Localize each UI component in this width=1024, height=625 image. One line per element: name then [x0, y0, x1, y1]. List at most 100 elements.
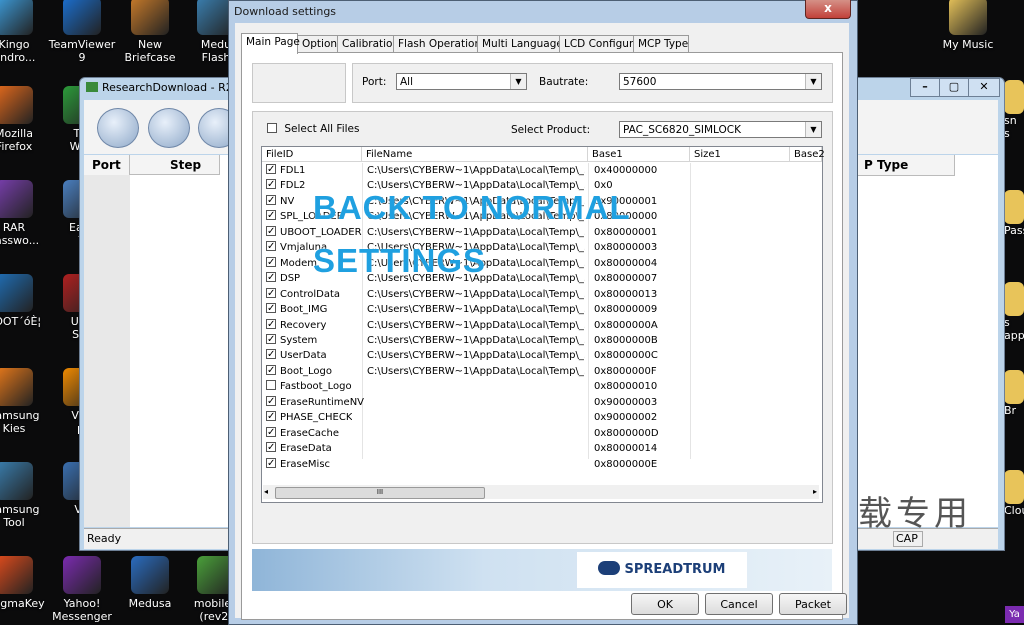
taskbar-yahoo[interactable]: Ya: [1005, 606, 1024, 623]
table-row[interactable]: EraseRuntimeNV 0x90000003: [262, 395, 822, 410]
file-id-cell[interactable]: DSP: [266, 271, 300, 286]
minimize-button[interactable]: –: [910, 78, 940, 97]
file-name[interactable]: C:\Users\CYBERW~1\AppData\Local\Temp\_..…: [367, 302, 585, 317]
row-checkbox[interactable]: [266, 318, 276, 332]
row-checkbox[interactable]: [266, 395, 276, 409]
column-header[interactable]: Base2: [790, 147, 825, 162]
file-name[interactable]: C:\Users\CYBERW~1\AppData\Local\Temp\_..…: [367, 163, 585, 178]
scroll-left-icon[interactable]: ◂: [264, 487, 268, 496]
file-id-cell[interactable]: Modem: [266, 256, 317, 271]
column-header[interactable]: FileName: [362, 147, 588, 162]
file-id-cell[interactable]: EraseMisc: [266, 457, 330, 472]
file-id-cell[interactable]: FDL1: [266, 163, 305, 178]
row-checkbox[interactable]: [266, 426, 276, 440]
table-row[interactable]: Fastboot_Logo 0x80000010: [262, 379, 822, 394]
column-header[interactable]: FileID: [262, 147, 362, 162]
row-checkbox[interactable]: [266, 410, 276, 424]
select-all-files[interactable]: Select All Files: [267, 123, 359, 135]
row-checkbox[interactable]: [266, 457, 276, 471]
table-row[interactable]: UBOOT_LOADER C:\Users\CYBERW~1\AppData\Lo…: [262, 225, 822, 240]
desktop-icon-col3-0[interactable]: New Briefcase: [112, 0, 188, 64]
tab-calibration[interactable]: Calibration: [337, 35, 399, 53]
gear-icon[interactable]: [97, 108, 139, 148]
file-id-cell[interactable]: NV: [266, 194, 294, 209]
file-id-cell[interactable]: PHASE_CHECK: [266, 410, 352, 425]
port-select[interactable]: All ▼: [396, 73, 527, 90]
desktop-icon-col2-6[interactable]: Yahoo! Messenger: [44, 556, 120, 623]
row-checkbox[interactable]: [266, 302, 276, 316]
file-id-cell[interactable]: EraseData: [266, 441, 332, 456]
table-row[interactable]: System C:\Users\CYBERW~1\AppData\Local\Te…: [262, 333, 822, 348]
row-checkbox[interactable]: [266, 178, 276, 192]
row-checkbox[interactable]: [266, 163, 276, 177]
tab-mcp-type[interactable]: MCP Type: [633, 35, 689, 53]
ok-button[interactable]: OK: [631, 593, 699, 615]
tab-main-page[interactable]: Main Page: [241, 33, 300, 54]
desktop-icon-edge-1[interactable]: Pass: [1004, 190, 1024, 237]
cancel-button[interactable]: Cancel: [705, 593, 773, 615]
file-id-cell[interactable]: Boot_IMG: [266, 302, 327, 317]
table-row[interactable]: UserData C:\Users\CYBERW~1\AppData\Local\…: [262, 348, 822, 363]
download-settings-dialog[interactable]: Download settings x Main Page Options Cali…: [228, 0, 858, 625]
row-checkbox[interactable]: [266, 441, 276, 455]
table-row[interactable]: ControlData C:\Users\CYBERW~1\AppData\Loc…: [262, 287, 822, 302]
file-id-cell[interactable]: Recovery: [266, 318, 326, 333]
column-header[interactable]: Size1: [690, 147, 790, 162]
file-id-cell[interactable]: System: [266, 333, 317, 348]
table-row[interactable]: Boot_Logo C:\Users\CYBERW~1\AppData\Local…: [262, 364, 822, 379]
product-select[interactable]: PAC_SC6820_SIMLOCK ▼: [619, 121, 822, 138]
scroll-thumb[interactable]: III: [275, 487, 485, 499]
file-id-cell[interactable]: Boot_Logo: [266, 364, 332, 379]
table-row[interactable]: Recovery C:\Users\CYBERW~1\AppData\Local\…: [262, 318, 822, 333]
column-header[interactable]: Base1: [588, 147, 690, 162]
row-checkbox[interactable]: [266, 287, 276, 301]
file-name[interactable]: C:\Users\CYBERW~1\AppData\Local\Temp\_..…: [367, 333, 585, 348]
row-checkbox[interactable]: [266, 240, 276, 254]
close-button[interactable]: ✕: [968, 78, 1000, 97]
table-row[interactable]: PHASE_CHECK 0x90000002: [262, 410, 822, 425]
maximize-button[interactable]: ▢: [939, 78, 969, 97]
tab-multi-languages[interactable]: Multi Languages: [477, 35, 568, 53]
tab-options[interactable]: Options: [297, 35, 343, 53]
file-id-cell[interactable]: Fastboot_Logo: [266, 379, 352, 394]
row-checkbox[interactable]: [266, 256, 276, 270]
desktop-icon-edge-0[interactable]: sn s: [1004, 80, 1024, 140]
file-id-cell[interactable]: UBOOT_LOADER: [266, 225, 362, 240]
file-id-cell[interactable]: EraseRuntimeNV: [266, 395, 364, 410]
table-row[interactable]: Boot_IMG C:\Users\CYBERW~1\AppData\Local\…: [262, 302, 822, 317]
select-all-checkbox[interactable]: [267, 123, 277, 133]
desktop-icon-edge-2[interactable]: s app: [1004, 282, 1024, 342]
file-name[interactable]: C:\Users\CYBERW~1\AppData\Local\Temp\_..…: [367, 225, 585, 240]
dialog-close-button[interactable]: x: [805, 0, 851, 19]
row-checkbox[interactable]: [266, 271, 276, 285]
file-id-cell[interactable]: EraseCache: [266, 426, 339, 441]
row-checkbox[interactable]: [266, 380, 276, 391]
file-id-cell[interactable]: ControlData: [266, 287, 340, 302]
table-row[interactable]: EraseCache 0x8000000D: [262, 426, 822, 441]
file-name[interactable]: C:\Users\CYBERW~1\AppData\Local\Temp\_..…: [367, 364, 585, 379]
desktop-icon-edge-4[interactable]: Clou: [1004, 470, 1024, 517]
desktop-icon-col3-1[interactable]: Medusa: [112, 556, 188, 610]
bautrate-select[interactable]: 57600 ▼: [619, 73, 822, 90]
row-checkbox[interactable]: [266, 209, 276, 223]
file-name[interactable]: C:\Users\CYBERW~1\AppData\Local\Temp\_..…: [367, 287, 585, 302]
packet-button[interactable]: Packet: [779, 593, 847, 615]
file-name[interactable]: C:\Users\CYBERW~1\AppData\Local\Temp\_..…: [367, 348, 585, 363]
row-checkbox[interactable]: [266, 194, 276, 208]
desktop-icon-edge-3[interactable]: Br: [1004, 370, 1024, 417]
row-checkbox[interactable]: [266, 348, 276, 362]
row-checkbox[interactable]: [266, 333, 276, 347]
file-name[interactable]: C:\Users\CYBERW~1\AppData\Local\Temp\_..…: [367, 318, 585, 333]
file-id-cell[interactable]: UserData: [266, 348, 327, 363]
desktop-icon-col2-0[interactable]: TeamViewer 9: [44, 0, 120, 64]
tab-flash-operations[interactable]: Flash Operations: [393, 35, 487, 53]
desktop-icon-right-0[interactable]: My Music: [930, 0, 1006, 51]
table-row[interactable]: EraseData 0x80000014: [262, 441, 822, 456]
tab-lcd-configure[interactable]: LCD Configure: [559, 35, 640, 53]
horizontal-scrollbar[interactable]: ◂ III ▸: [263, 485, 819, 499]
table-row[interactable]: FDL1 C:\Users\CYBERW~1\AppData\Local\Temp…: [262, 163, 822, 178]
table-row[interactable]: EraseMisc 0x8000000E: [262, 457, 822, 472]
file-id-cell[interactable]: FDL2: [266, 178, 305, 193]
scroll-right-icon[interactable]: ▸: [813, 487, 817, 496]
settings-icon[interactable]: [148, 108, 190, 148]
